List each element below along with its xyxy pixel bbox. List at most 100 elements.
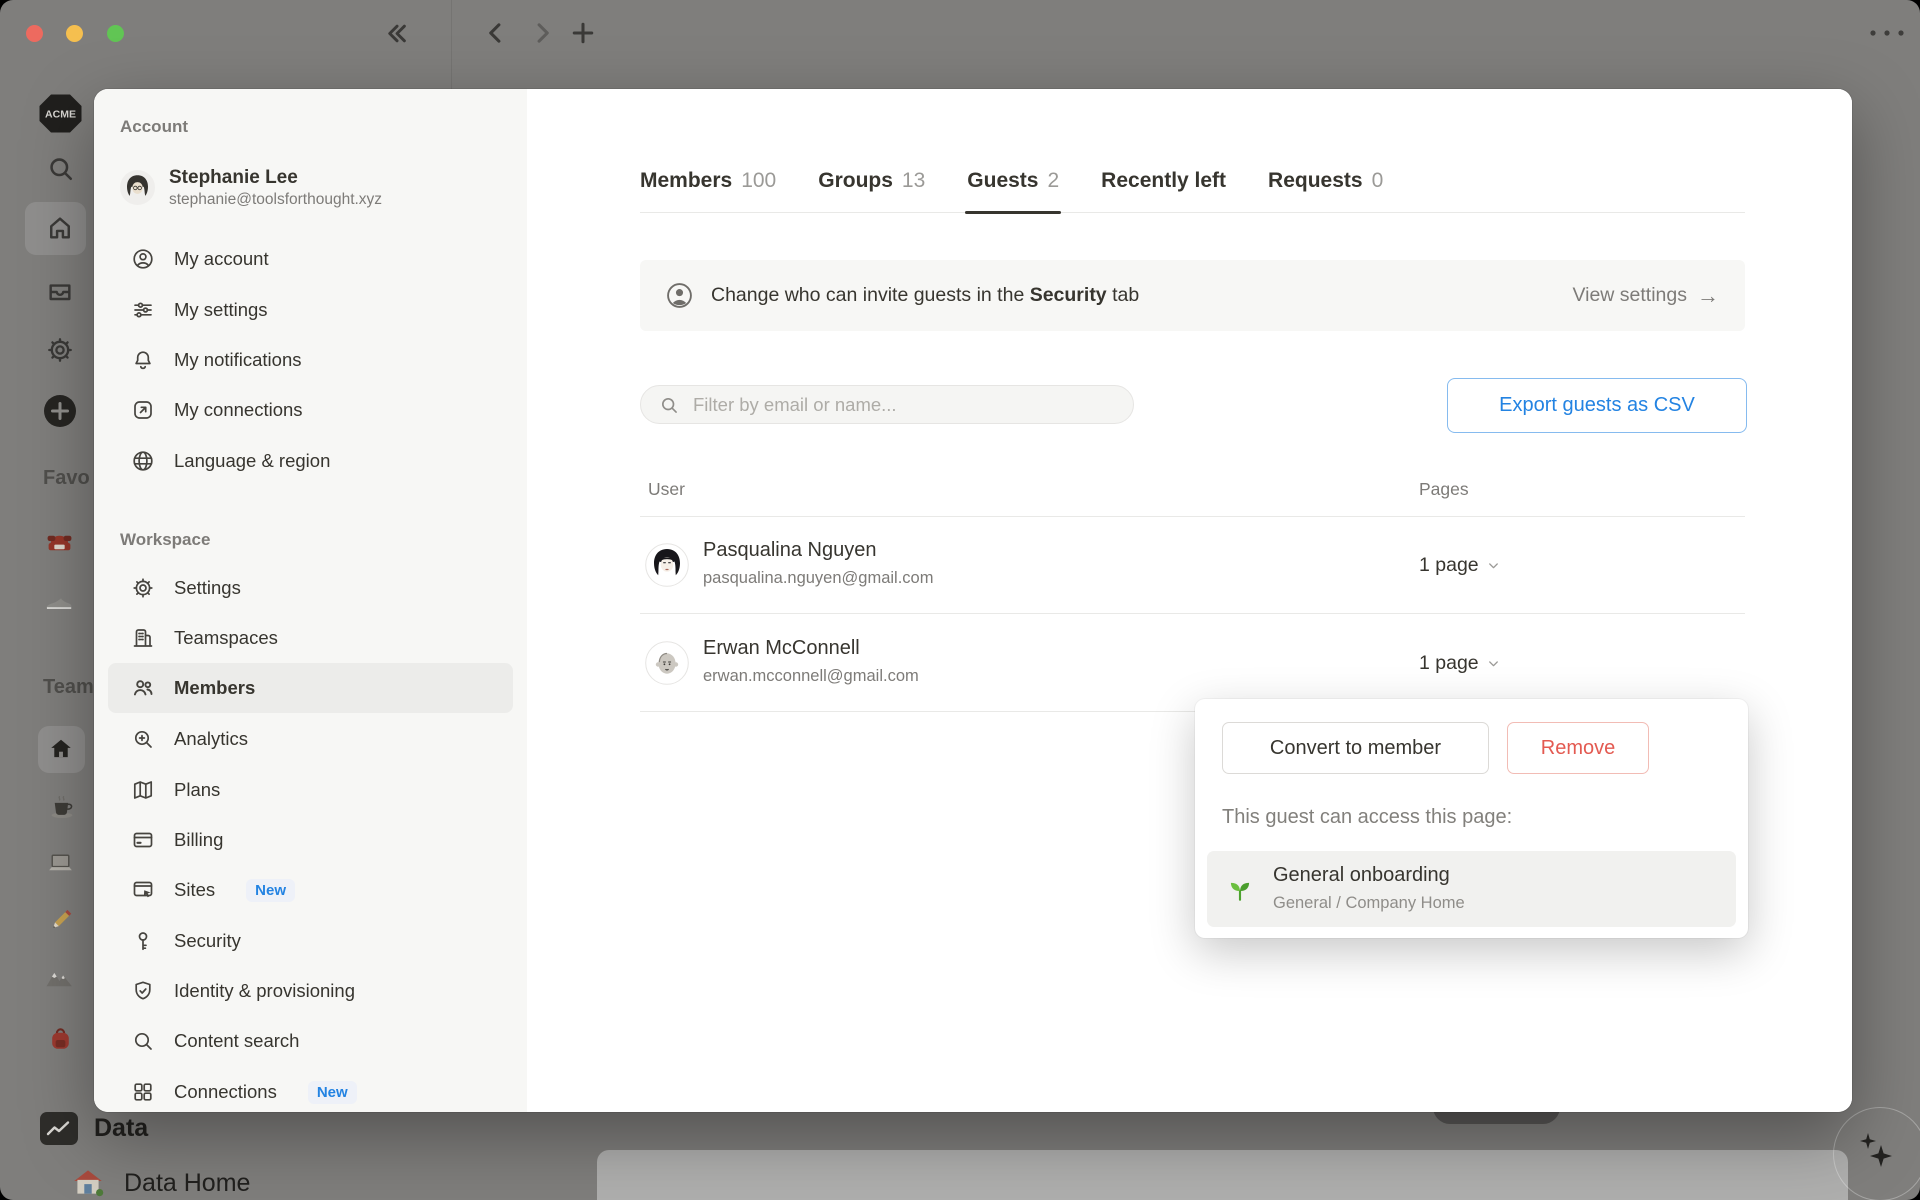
favorite-phone-icon[interactable] bbox=[45, 528, 74, 557]
account-section-label: Account bbox=[120, 117, 188, 136]
sidebar-item-teamspaces[interactable]: Teamspaces bbox=[108, 613, 513, 663]
sidebar-item-plans[interactable]: Plans bbox=[108, 765, 513, 815]
arrow-out-box-icon bbox=[131, 398, 155, 422]
browser-cursor-icon bbox=[131, 878, 155, 902]
members-settings-panel: Members 100 Groups 13 Guests 2 Recently lef… bbox=[527, 89, 1852, 1112]
sidebar-item-members[interactable]: Members bbox=[108, 663, 513, 713]
sparkles-icon bbox=[1860, 1133, 1892, 1167]
globe-icon bbox=[131, 449, 155, 473]
tab-groups[interactable]: Groups 13 bbox=[818, 149, 925, 212]
banner-text: Change who can invite guests in the Secu… bbox=[711, 284, 1140, 306]
settings-gear-icon[interactable] bbox=[46, 336, 74, 364]
sidebar-item-data-home[interactable]: Data Home bbox=[124, 1169, 250, 1198]
search-icon bbox=[659, 395, 679, 415]
data-section-icon[interactable] bbox=[40, 1112, 78, 1145]
favorites-section-label: Favo bbox=[43, 467, 90, 489]
people-icon bbox=[131, 676, 155, 700]
person-circle-icon bbox=[131, 247, 155, 271]
guest-actions-popup: Convert to member Remove This guest can … bbox=[1195, 699, 1748, 938]
sidebar-item-data[interactable]: Data bbox=[94, 1114, 148, 1143]
filter-input[interactable] bbox=[691, 392, 1123, 417]
sidebar-item-my-account[interactable]: My account bbox=[108, 234, 513, 284]
pages-column-header: Pages bbox=[1419, 479, 1469, 499]
inbox-icon[interactable] bbox=[46, 278, 74, 306]
building-icon bbox=[131, 626, 155, 650]
sidebar-divider bbox=[451, 0, 452, 89]
pages-dropdown[interactable]: 1 page bbox=[1419, 517, 1501, 614]
pages-dropdown[interactable]: 1 page bbox=[1419, 615, 1501, 712]
teamspace-pencil-icon[interactable] bbox=[46, 906, 75, 935]
grid-icon bbox=[131, 1080, 155, 1104]
guest-name: Pasqualina Nguyen bbox=[703, 539, 877, 561]
new-badge: New bbox=[246, 878, 295, 902]
ai-assistant-button[interactable] bbox=[1833, 1107, 1920, 1200]
remove-guest-button[interactable]: Remove bbox=[1507, 722, 1649, 774]
more-menu-icon[interactable] bbox=[1866, 26, 1908, 40]
forward-icon[interactable] bbox=[528, 19, 556, 47]
sidebar-item-billing[interactable]: Billing bbox=[108, 815, 513, 865]
sidebar-item-sites[interactable]: Sites New bbox=[108, 865, 513, 915]
sidebar-item-language-region[interactable]: Language & region bbox=[108, 436, 513, 486]
arrow-right-icon: → bbox=[1697, 282, 1719, 308]
teamspace-laptop-icon[interactable] bbox=[45, 848, 76, 879]
avatar bbox=[645, 641, 689, 685]
magnifier-icon bbox=[131, 1029, 155, 1053]
map-icon bbox=[131, 778, 155, 802]
sidebar-item-my-connections[interactable]: My connections bbox=[108, 385, 513, 435]
export-guests-button[interactable]: Export guests as CSV bbox=[1447, 378, 1747, 433]
tab-recently-left[interactable]: Recently left bbox=[1101, 149, 1226, 212]
sidebar-item-connections[interactable]: Connections New bbox=[108, 1067, 513, 1112]
tab-count: 100 bbox=[741, 168, 777, 192]
sidebar-item-settings[interactable]: Settings bbox=[108, 563, 513, 613]
view-settings-link[interactable]: View settings → bbox=[1572, 283, 1719, 309]
accessible-page-item[interactable]: General onboarding General / Company Hom… bbox=[1207, 851, 1736, 927]
back-icon[interactable] bbox=[482, 19, 510, 47]
teamspace-mountain-icon[interactable] bbox=[44, 963, 75, 994]
sidebar-item-identity-provisioning[interactable]: Identity & provisioning bbox=[108, 966, 513, 1016]
dimmed-page-card bbox=[597, 1150, 1848, 1200]
guest-filter bbox=[640, 385, 1134, 424]
avatar bbox=[645, 543, 689, 587]
guest-email: erwan.mcconnell@gmail.com bbox=[703, 667, 919, 685]
sidebar-item-my-settings[interactable]: My settings bbox=[108, 285, 513, 335]
sidebar-item-content-search[interactable]: Content search bbox=[108, 1016, 513, 1066]
profile-row[interactable]: Stephanie Lee stephanie@toolsforthought.… bbox=[120, 165, 382, 210]
traffic-light-zoom[interactable] bbox=[107, 25, 124, 42]
tab-requests[interactable]: Requests 0 bbox=[1268, 149, 1383, 212]
row-divider bbox=[640, 613, 1745, 614]
profile-name: Stephanie Lee bbox=[169, 167, 298, 188]
traffic-light-minimize[interactable] bbox=[66, 25, 83, 42]
search-icon[interactable] bbox=[46, 154, 75, 183]
teamspace-coffee-icon[interactable] bbox=[48, 792, 77, 821]
sidebar-item-analytics[interactable]: Analytics bbox=[108, 714, 513, 764]
new-badge: New bbox=[307, 1080, 357, 1104]
convert-to-member-button[interactable]: Convert to member bbox=[1222, 722, 1489, 774]
data-home-icon[interactable] bbox=[70, 1164, 106, 1200]
settings-modal: Account Stephanie Lee stephanie@toolsfor… bbox=[94, 89, 1852, 1112]
app-window: ACME Favo Team Data Data Home Account St… bbox=[0, 0, 1920, 1200]
workspace-logo[interactable]: ACME bbox=[38, 93, 83, 134]
credit-card-icon bbox=[131, 828, 155, 852]
tab-guests[interactable]: Guests 2 bbox=[965, 149, 1062, 214]
tab-members[interactable]: Members 100 bbox=[640, 149, 776, 212]
settings-sidebar: Account Stephanie Lee stephanie@toolsfor… bbox=[94, 89, 528, 1112]
collapse-sidebar-icon[interactable] bbox=[383, 20, 410, 47]
sidebar-item-security[interactable]: Security bbox=[108, 916, 513, 966]
tab-count: 2 bbox=[1047, 168, 1060, 192]
new-page-button[interactable] bbox=[43, 394, 77, 428]
guest-name: Erwan McConnell bbox=[703, 637, 860, 659]
new-tab-icon[interactable] bbox=[569, 19, 597, 47]
sliders-icon bbox=[131, 298, 155, 322]
favorite-sneaker-icon[interactable] bbox=[43, 586, 74, 617]
teamspace-backpack-icon[interactable] bbox=[46, 1026, 75, 1055]
traffic-light-close[interactable] bbox=[26, 25, 43, 42]
guest-invite-banner: Change who can invite guests in the Secu… bbox=[640, 260, 1745, 331]
teamspace-home-tile[interactable] bbox=[38, 726, 85, 773]
gear-icon bbox=[131, 576, 155, 600]
chevron-down-icon bbox=[1486, 656, 1501, 671]
sidebar-item-my-notifications[interactable]: My notifications bbox=[108, 335, 513, 385]
profile-email: stephanie@toolsforthought.xyz bbox=[169, 191, 383, 208]
guest-row: Erwan McConnell erwan.mcconnell@gmail.co… bbox=[640, 615, 1745, 712]
home-icon[interactable] bbox=[46, 214, 74, 242]
guest-row: Pasqualina Nguyen pasqualina.nguyen@gmai… bbox=[640, 517, 1745, 614]
